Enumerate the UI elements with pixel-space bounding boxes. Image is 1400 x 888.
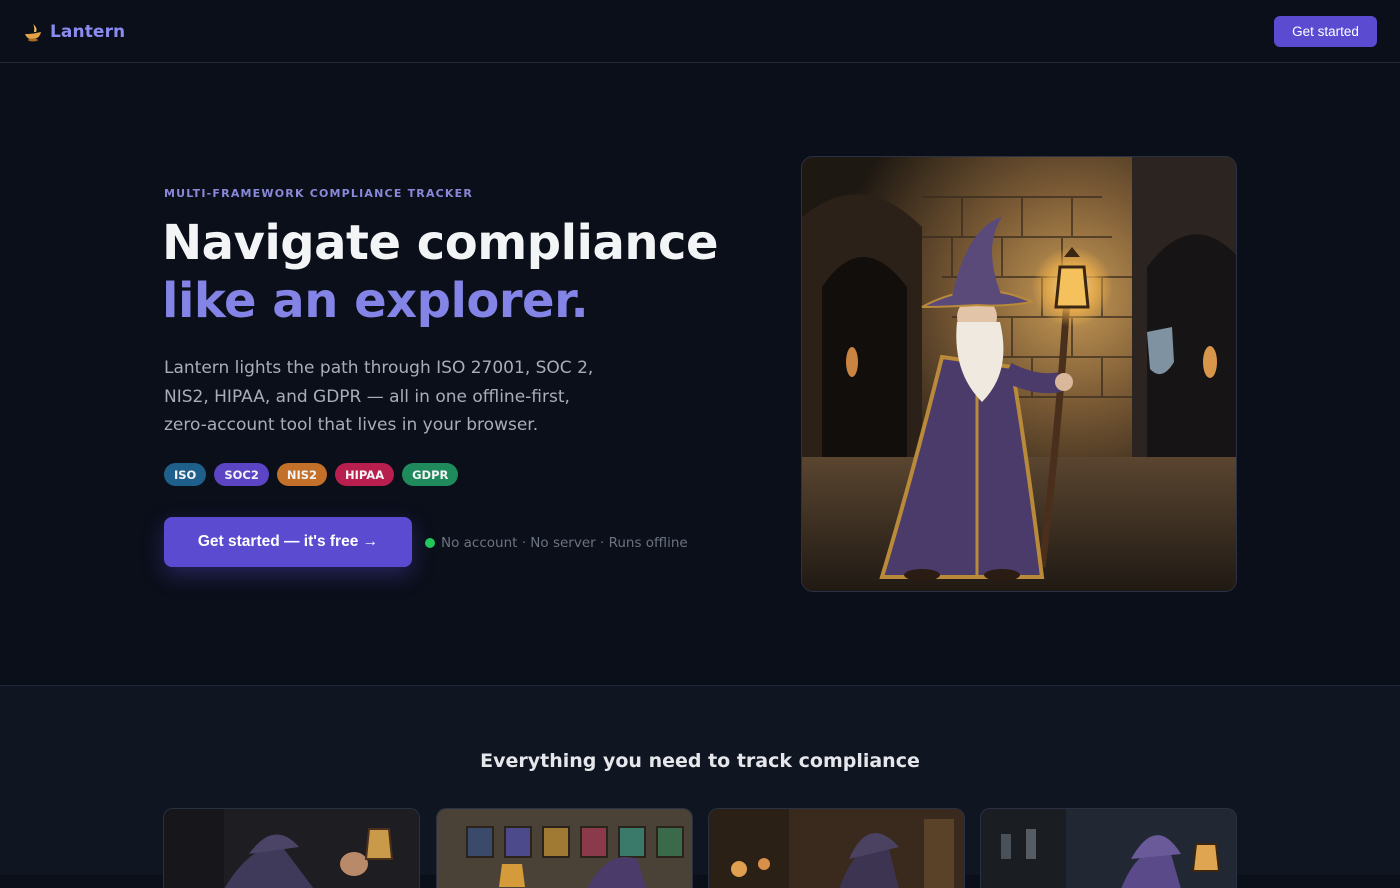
oil-lamp-icon [22,21,44,43]
headline-line-1: Navigate compliance [162,215,719,271]
assurance-note: No account · No server · Runs offline [425,534,688,552]
hero-description: Lantern lights the path through ISO 2700… [164,358,594,435]
hero-eyebrow: MULTI-FRAMEWORK COMPLIANCE TRACKER [164,187,474,200]
brand-logo-link[interactable]: Lantern [22,18,125,46]
framework-tags: ISO SOC2 NIS2 HIPAA GDPR [164,463,459,486]
brand-name: Lantern [50,22,126,42]
tag-hipaa: HIPAA [335,463,395,486]
feature-card-1[interactable] [163,808,420,888]
header-get-started-button[interactable]: Get started [1274,16,1377,47]
tag-nis2: NIS2 [276,463,328,486]
headline-line-2: like an explorer. [162,273,589,329]
status-dot-icon [425,538,435,548]
hero-headline: Navigate compliance like an explorer. [162,214,722,330]
tag-soc2: SOC2 [214,463,269,486]
tag-gdpr: GDPR [402,463,459,486]
feature-card-4[interactable] [980,808,1237,888]
assurance-text: No account · No server · Runs offline [441,535,688,551]
hero-get-started-button[interactable]: Get started — it's free → [164,517,412,567]
tag-iso: ISO [164,463,207,486]
features-title: Everything you need to track compliance [480,750,920,772]
feature-card-3[interactable] [708,808,965,888]
top-navigation-bar: Lantern Get started [0,0,1400,63]
hero-wizard-illustration [801,156,1237,592]
features-section: Everything you need to track compliance [0,685,1400,888]
feature-card-2[interactable] [436,808,693,888]
